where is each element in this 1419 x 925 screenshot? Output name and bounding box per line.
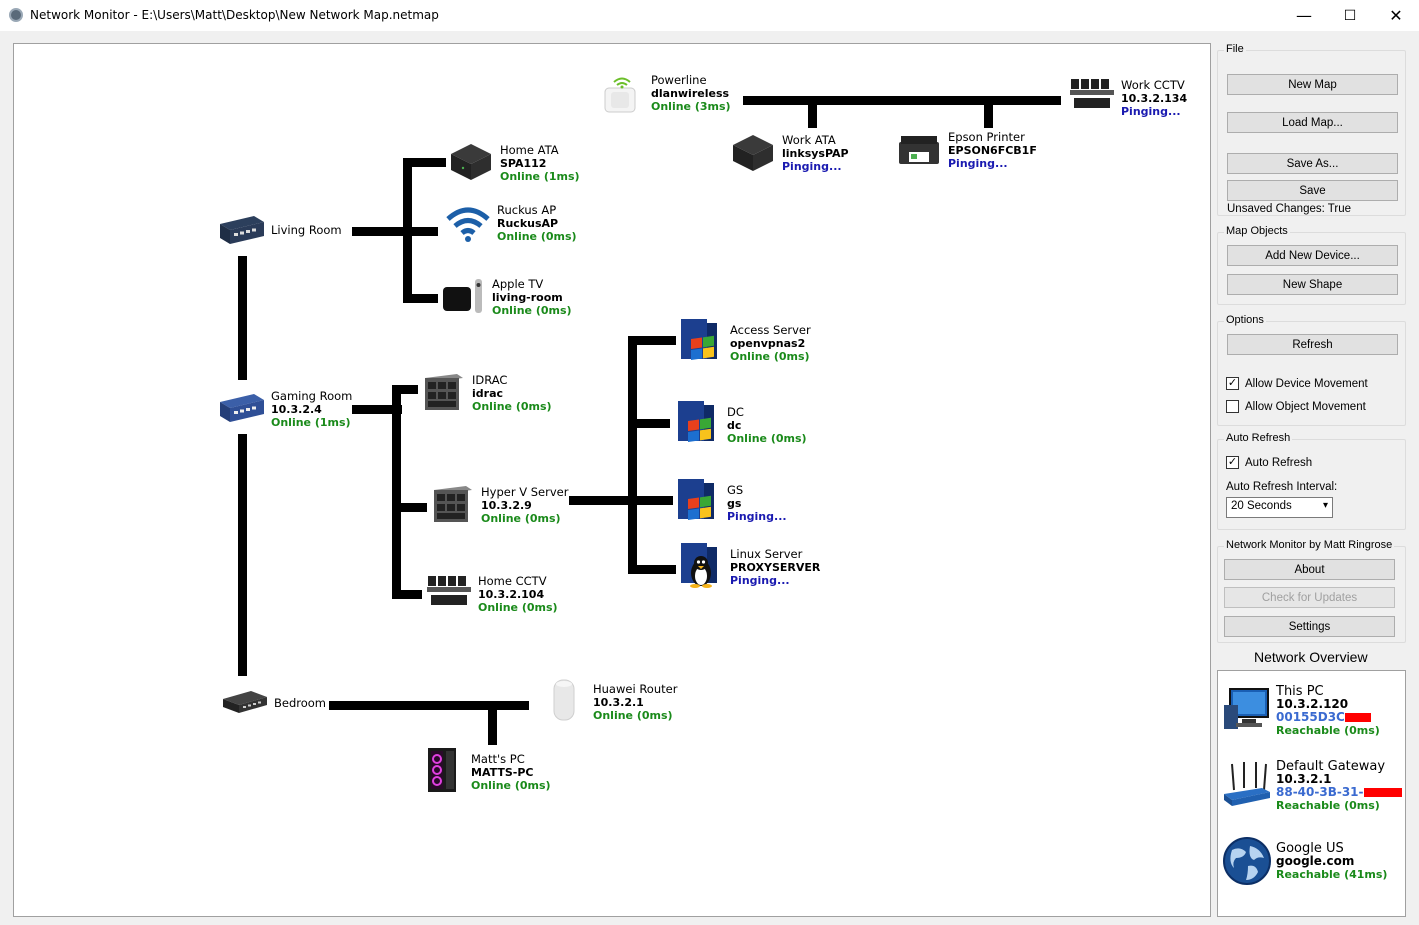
auto-refresh-interval-label: Auto Refresh Interval: bbox=[1226, 481, 1338, 493]
connection-line bbox=[392, 503, 427, 512]
check-for-updates-button[interactable]: Check for Updates bbox=[1224, 587, 1395, 608]
auto-refresh-interval-select[interactable]: 20 Seconds ▾ bbox=[1226, 497, 1333, 518]
file-group-label: File bbox=[1224, 43, 1246, 55]
connection-line bbox=[238, 434, 247, 676]
switch-icon bbox=[217, 205, 267, 255]
save-button[interactable]: Save bbox=[1227, 180, 1398, 201]
connection-line bbox=[628, 336, 676, 345]
connection-line bbox=[403, 158, 412, 303]
auto-refresh-group-label: Auto Refresh bbox=[1224, 432, 1293, 444]
network-map-canvas[interactable]: Powerline dlanwireless Online (3ms) Work… bbox=[13, 43, 1211, 917]
chevron-down-icon: ▾ bbox=[1322, 500, 1328, 511]
apple-tv-icon bbox=[438, 270, 488, 320]
refresh-button[interactable]: Refresh bbox=[1227, 334, 1398, 355]
globe-icon bbox=[1222, 836, 1272, 886]
cctv-icon bbox=[424, 568, 474, 618]
windows-server-icon bbox=[673, 398, 723, 448]
new-map-button[interactable]: New Map bbox=[1227, 74, 1398, 95]
map-objects-group-label: Map Objects bbox=[1224, 225, 1290, 237]
server-rack-icon bbox=[427, 478, 477, 528]
connection-line bbox=[392, 590, 422, 599]
router-icon bbox=[539, 675, 589, 725]
save-as-button[interactable]: Save As... bbox=[1227, 153, 1398, 174]
allow-device-movement-checkbox[interactable]: ✓ Allow Device Movement bbox=[1226, 377, 1368, 390]
connection-line bbox=[392, 385, 418, 394]
switch-icon bbox=[217, 383, 267, 433]
windows-server-icon bbox=[673, 476, 723, 526]
add-new-device-button[interactable]: Add New Device... bbox=[1227, 245, 1398, 266]
app-icon bbox=[9, 8, 23, 22]
connection-line bbox=[984, 96, 993, 128]
connection-line bbox=[403, 294, 438, 303]
connection-line bbox=[488, 701, 497, 745]
connection-line bbox=[238, 256, 247, 380]
checkbox-checked-icon: ✓ bbox=[1226, 377, 1239, 390]
connection-line bbox=[628, 419, 670, 428]
redaction-mark bbox=[1363, 788, 1402, 797]
about-button[interactable]: About bbox=[1224, 559, 1395, 580]
options-group-label: Options bbox=[1224, 314, 1266, 326]
minimize-button[interactable]: — bbox=[1281, 0, 1327, 31]
connection-line bbox=[628, 336, 637, 573]
cctv-icon bbox=[1067, 71, 1117, 121]
gaming-pc-icon bbox=[417, 745, 467, 795]
checkbox-checked-icon: ✓ bbox=[1226, 456, 1239, 469]
ata-device-icon bbox=[446, 137, 496, 187]
wifi-icon bbox=[443, 198, 493, 248]
connection-line bbox=[628, 565, 676, 574]
connection-line bbox=[392, 385, 401, 599]
new-shape-button[interactable]: New Shape bbox=[1227, 274, 1398, 295]
network-overview-title: Network Overview bbox=[1254, 649, 1368, 665]
connection-line bbox=[403, 158, 446, 167]
redaction-mark bbox=[1344, 713, 1371, 722]
settings-button[interactable]: Settings bbox=[1224, 616, 1395, 637]
connection-line bbox=[329, 701, 529, 710]
router-icon bbox=[1222, 759, 1272, 809]
close-button[interactable]: ✕ bbox=[1373, 0, 1419, 31]
about-group-label: Network Monitor by Matt Ringrose bbox=[1224, 539, 1395, 551]
load-map-button[interactable]: Load Map... bbox=[1227, 112, 1398, 133]
auto-refresh-checkbox[interactable]: ✓ Auto Refresh bbox=[1226, 456, 1312, 469]
linux-server-icon bbox=[676, 540, 726, 590]
connection-line bbox=[808, 96, 817, 128]
printer-icon bbox=[894, 125, 944, 175]
connection-line bbox=[569, 496, 676, 505]
ata-device-icon bbox=[728, 128, 778, 178]
connection-line bbox=[352, 227, 438, 236]
computer-icon bbox=[1222, 684, 1272, 734]
checkbox-unchecked-icon bbox=[1226, 400, 1239, 413]
server-rack-icon bbox=[418, 366, 468, 416]
network-overview-panel: This PC 10.3.2.120 00155D3C Reachable (0… bbox=[1217, 670, 1406, 917]
title-bar: Network Monitor - E:\Users\Matt\Desktop\… bbox=[0, 0, 1419, 31]
powerline-adapter-icon bbox=[597, 66, 647, 116]
allow-object-movement-checkbox[interactable]: Allow Object Movement bbox=[1226, 400, 1366, 413]
window-title: Network Monitor - E:\Users\Matt\Desktop\… bbox=[30, 8, 439, 22]
switch-icon bbox=[220, 678, 270, 728]
maximize-button[interactable]: ☐ bbox=[1327, 0, 1373, 31]
unsaved-changes-label: Unsaved Changes: True bbox=[1227, 203, 1352, 215]
connection-line bbox=[743, 96, 1061, 105]
windows-server-icon bbox=[676, 316, 726, 366]
